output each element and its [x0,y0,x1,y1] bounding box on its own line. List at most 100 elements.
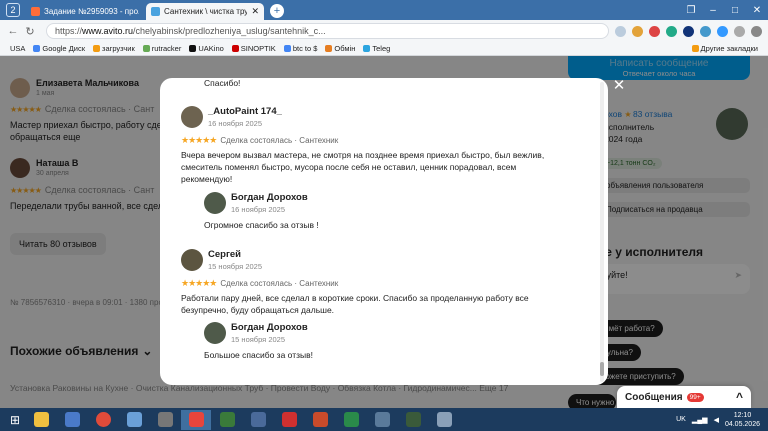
extension-icon[interactable] [615,25,626,37]
review-date: 16 ноября 2025 [208,119,263,128]
avatar [204,322,226,344]
close-window-icon[interactable]: ✕ [746,5,768,16]
taskbar-app[interactable] [243,410,273,430]
rutracker-icon [142,45,150,52]
avatar [181,249,203,271]
taskbar-app[interactable] [150,410,180,430]
language-indicator[interactable]: UK [676,416,686,423]
tab-count-button[interactable]: 2 [6,3,20,17]
bookmark-item[interactable]: UAKino [189,44,224,53]
reply-text: Большое спасибо за отзыв! [204,350,313,360]
reply-text: Спасибо! [204,78,241,88]
system-tray: UK ▂▄▆ ◀ 12:10 04.05.2026 [676,411,764,429]
tab-task[interactable]: Задание №2959093 - про... [26,3,144,20]
bookmark-item[interactable]: Другие закладки [691,44,758,53]
seller-reply: Богдан Дорохов 15 ноября 2025 [204,322,308,344]
bookmark-item[interactable]: USA [10,44,25,53]
extension-icon[interactable] [717,25,728,37]
folder-icon [93,45,100,52]
explorer-icon [33,412,49,427]
modal-scrollbar[interactable] [600,82,604,382]
bookmark-item[interactable]: SINOPTIK [231,44,276,53]
taskbar-app[interactable] [57,410,87,430]
google-icon [283,45,291,52]
deal-status: Сделка состоялась · Сантехник [220,279,339,288]
avito-icon [151,7,160,16]
review-item: Сергей 15 ноября 2025 [181,249,262,271]
taskbar-app[interactable] [367,410,397,430]
review-text: Работали пару дней, все сделал в коротки… [181,293,529,315]
tab-bar: 2 Задание №2959093 - про... Сантехник \ … [0,0,768,20]
reviewer-name: Сергей [208,249,242,260]
taskbar-app[interactable] [429,410,459,430]
google-drive-icon [33,45,41,52]
close-tab-icon[interactable]: ✕ [251,6,259,17]
taskbar-app[interactable] [274,410,304,430]
address-bar[interactable]: https:// www.avito.ru /chelyabinsk/predl… [46,23,609,39]
taskbar-app[interactable] [336,410,366,430]
messages-widget[interactable]: Сообщения 99+ ^ [617,386,751,408]
taskbar-app[interactable] [305,410,335,430]
tab-avito[interactable]: Сантехник \ чистка тру... ✕ [146,3,264,20]
taskbar-app[interactable] [212,410,242,430]
reviews-modal: Спасибо! _AutoPaint 174_ 16 ноября 2025 … [160,78,608,385]
bookmark-item[interactable]: Google Диск [33,44,85,53]
bookmark-icon[interactable]: ❐ [680,5,702,16]
extension-icon[interactable] [734,25,745,37]
taskbar-app[interactable] [119,410,149,430]
scrollbar-thumb[interactable] [600,362,604,376]
reload-icon[interactable]: ↻ [23,25,37,38]
new-tab-button[interactable]: + [270,4,284,18]
bookmark-item[interactable]: rutracker [142,44,181,53]
taskbar-app[interactable] [88,410,118,430]
url-host: www.avito.ru [82,26,134,36]
extensions-bar [615,25,762,37]
unread-badge: 99+ [686,392,704,402]
taskbar-app[interactable] [26,410,56,430]
taskbar-app[interactable] [181,409,211,430]
rating-stars: ★★★★★ [181,278,217,288]
menu-icon[interactable] [751,25,762,37]
seller-reply: Богдан Дорохов 16 ноября 2025 [204,192,308,214]
app-icon [405,412,421,427]
app-icon [312,412,328,427]
reply-author: Богдан Дорохов [231,192,308,203]
close-modal-icon[interactable]: ✕ [611,76,627,94]
chrome-icon [95,412,111,427]
reply-author: Богдан Дорохов [231,322,308,333]
bookmark-item[interactable]: загрузчик [93,44,135,53]
telegram-icon [363,45,371,52]
chevron-up-icon[interactable]: ^ [736,390,743,404]
extension-icon[interactable] [700,25,711,37]
avatar [204,192,226,214]
extension-icon[interactable] [666,25,677,37]
bookmark-item[interactable]: Teleg [363,44,390,53]
app-icon [281,412,297,427]
clock[interactable]: 12:10 04.05.2026 [725,411,760,429]
tab-label: Задание №2959093 - про... [44,7,139,16]
yandex-browser-icon [188,412,204,427]
messages-label: Сообщения [625,391,683,403]
start-button[interactable]: ⊞ [4,411,26,429]
uakino-icon [189,45,197,52]
extension-icon[interactable] [632,25,643,37]
maximize-icon[interactable]: □ [724,5,746,16]
rating-stars: ★★★★★ [181,135,217,145]
deal-status: Сделка состоялась · Сантехник [220,136,339,145]
taskbar-app[interactable] [398,410,428,430]
bookmark-item[interactable]: btc to $ [283,44,317,53]
network-icon[interactable]: ▂▄▆ [692,416,708,424]
url-path: /chelyabinsk/predlozheniya_uslug/santehn… [133,26,326,36]
back-icon[interactable]: ← [6,25,20,37]
bookmarks-bar: USA Google Диск загрузчик rutracker UAKi… [0,42,768,56]
volume-icon[interactable]: ◀ [714,416,719,424]
minimize-icon[interactable]: – [702,5,724,16]
reply-text: Огромное спасибо за отзыв ! [204,220,319,230]
review-stars-row: ★★★★★ Сделка состоялась · Сантехник [181,135,338,146]
review-stars-row: ★★★★★ Сделка состоялась · Сантехник [181,278,338,289]
extension-icon[interactable] [683,25,694,37]
app-icon [250,412,266,427]
extension-icon[interactable] [649,25,660,37]
bookmark-item[interactable]: Обмін [325,44,355,53]
app-icon [436,412,452,427]
